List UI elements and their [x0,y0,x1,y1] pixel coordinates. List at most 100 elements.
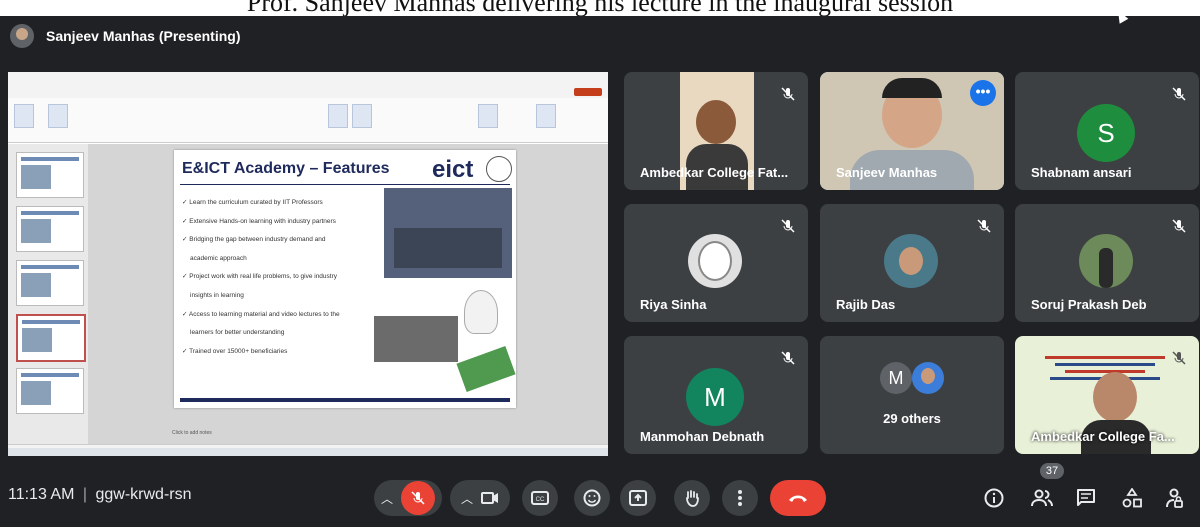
participant-name: Ambedkar College Fat... [640,165,789,180]
participant-tile[interactable]: Soruj Prakash Deb [1015,204,1199,322]
feature-line: academic approach [190,254,247,262]
present-button[interactable] [620,480,656,516]
participant-name: Shabnam ansari [1031,165,1132,180]
presenter-avatar [10,24,34,48]
chevron-up-icon[interactable]: ︿ [381,490,393,507]
powerpoint-ribbon-tabs [8,86,608,98]
leave-call-button[interactable] [770,480,826,516]
time-separator: | [82,486,88,503]
participant-avatar [912,362,944,394]
slide-thumbnails [8,144,89,444]
participant-tile[interactable]: Ambedkar College Fat... [624,72,808,190]
chat-icon [1077,489,1095,506]
meeting-controls-bar: 11:13 AM | ggw-krwd-rsn ︿ ︿ CC 37 [0,463,1200,527]
meeting-details-button[interactable] [978,482,1010,514]
participant-name: Sanjeev Manhas [836,165,938,180]
presenter-label: Sanjeev Manhas (Presenting) [46,28,241,44]
present-icon [629,490,647,506]
camera-icon [481,492,498,504]
participant-tile[interactable]: Ambedkar College Fa... [1015,336,1199,454]
end-call-icon [789,495,807,502]
raise-hand-icon [686,490,699,507]
notes-placeholder: Click to add notes [172,430,212,436]
share-button [574,88,602,96]
meeting-time: 11:13 AM [8,486,75,503]
mic-off-icon [781,219,795,233]
slide-footer-band [180,398,510,402]
lightbulb-image [464,290,498,334]
paste-icon [14,104,34,128]
participant-avatar: S [1077,104,1135,162]
participant-avatar: M [880,362,912,394]
captions-icon: CC [531,491,549,505]
meeting-code: ggw-krwd-rsn [95,486,192,503]
windows-taskbar [8,448,608,456]
slide: E&ICT Academy – Features eict ✓ Learn th… [174,150,516,408]
mic-toggle-button[interactable]: ︿ [374,480,442,516]
slide-canvas: E&ICT Academy – Features eict ✓ Learn th… [88,144,608,444]
chevron-up-icon[interactable]: ︿ [461,490,473,507]
emoji-button[interactable] [574,480,610,516]
mic-off-icon [781,351,795,365]
slide-thumbnail-selected [16,314,86,362]
designer-icon [536,104,556,128]
feature-line: ✓ Learn the curriculum curated by IIT Pr… [182,199,323,206]
participant-tile[interactable]: S Shabnam ansari [1015,72,1199,190]
raise-hand-button[interactable] [674,480,710,516]
classroom-photo [384,188,512,278]
participant-tile-active-speaker[interactable]: ••• Sanjeev Manhas [820,72,1004,190]
participant-count-badge: 37 [1040,463,1064,479]
participant-name: Ambedkar College Fa... [1031,429,1175,444]
activities-button[interactable] [1116,482,1148,514]
presenter-bar: Sanjeev Manhas (Presenting) [10,24,241,48]
participant-tile[interactable]: Rajib Das [820,204,1004,322]
more-options-button[interactable] [722,480,758,516]
slide-thumbnail [16,152,84,198]
powerpoint-ribbon [8,98,608,143]
host-controls-button[interactable] [1158,482,1190,514]
feature-line: ✓ Bridging the gap between industry dema… [182,236,326,244]
participant-name: Rajib Das [836,297,896,312]
svg-text:CC: CC [536,497,545,503]
new-slide-icon [48,104,68,128]
feature-line: ✓ Project work with real life problems, … [182,273,338,281]
others-count-label: 29 others [883,411,941,426]
participant-tile[interactable]: Riya Sinha [624,204,808,322]
host-controls-icon [1166,488,1183,508]
more-options-icon[interactable]: ••• [970,80,996,106]
image-caption: Prof. Sanjeev Manhas delivering his lect… [0,0,1200,16]
mic-off-icon [1172,219,1186,233]
mic-off-icon[interactable] [401,481,435,515]
mic-off-icon [1172,87,1186,101]
participant-tile[interactable]: M Manmohan Debnath [624,336,808,454]
feature-line: ✓ Extensive Hands-on learning with indus… [182,217,336,225]
shapes-icon [352,104,372,128]
emoji-icon [583,489,601,507]
info-icon [984,488,1004,508]
feature-line: ✓ Trained over 15000+ beneficiaries [182,347,288,355]
chat-button[interactable] [1070,482,1102,514]
laptop-image [374,316,458,362]
feature-line: insights in learning [190,291,244,299]
participant-video [1093,372,1137,422]
eict-logo: eict [432,156,474,183]
feature-list: ✓ Learn the curriculum curated by IIT Pr… [182,194,382,361]
shared-screen: E&ICT Academy – Features eict ✓ Learn th… [8,72,608,456]
slide-thumbnail [16,206,84,252]
books-image [456,346,516,392]
activities-icon [1122,488,1142,508]
participant-avatar: M [686,368,744,426]
meeting-info: 11:13 AM | ggw-krwd-rsn [8,486,192,504]
mic-off-icon [781,87,795,101]
participant-name: Manmohan Debnath [640,429,765,444]
camera-toggle-button[interactable]: ︿ [450,480,510,516]
captions-button[interactable]: CC [522,480,558,516]
people-button[interactable] [1026,482,1058,514]
slide-thumbnail [16,260,84,306]
dictate-icon [478,104,498,128]
title-divider [180,184,510,185]
others-tile[interactable]: M 29 others [820,336,1004,454]
participant-avatar [688,234,742,288]
feature-line: ✓ Access to learning material and video … [182,310,340,318]
picture-icon [328,104,348,128]
